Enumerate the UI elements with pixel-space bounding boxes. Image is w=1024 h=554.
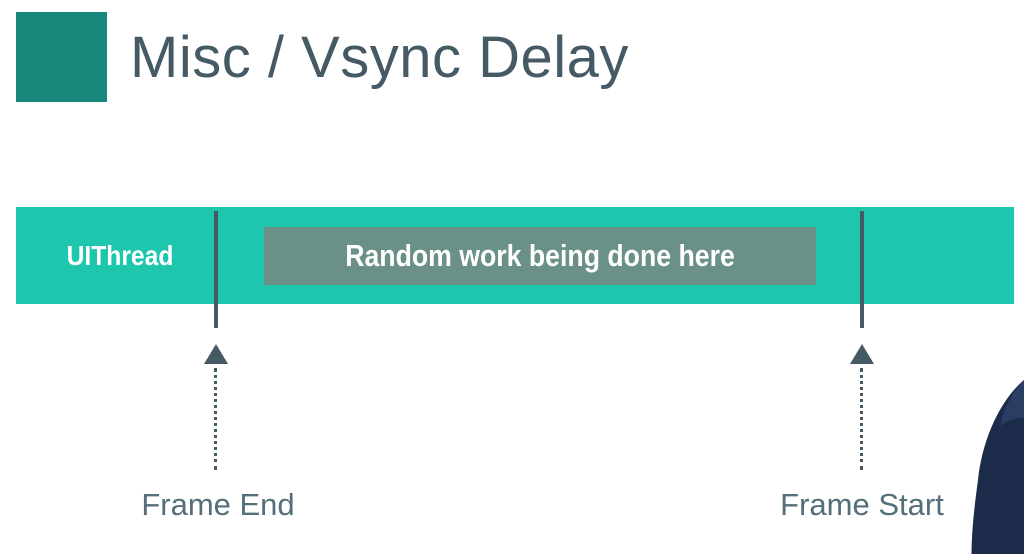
frame-end-marker-line (214, 211, 218, 328)
frame-start-label: Frame Start (780, 487, 944, 522)
frame-start-up-arrow-icon (850, 344, 874, 364)
frame-end-up-arrow-icon (204, 344, 228, 364)
frame-end-dotted-line (214, 368, 217, 470)
thread-label: UIThread (66, 240, 174, 271)
work-block-label: Random work being done here (345, 238, 735, 273)
frame-start-marker-line (860, 211, 864, 328)
title-accent-square (16, 12, 107, 102)
frame-end-label: Frame End (141, 487, 295, 522)
presenter-image (971, 380, 1024, 554)
slide-title: Misc / Vsync Delay (130, 25, 629, 90)
frame-start-dotted-line (860, 368, 863, 470)
slide: Misc / Vsync Delay UIThread Random work … (0, 0, 1024, 554)
